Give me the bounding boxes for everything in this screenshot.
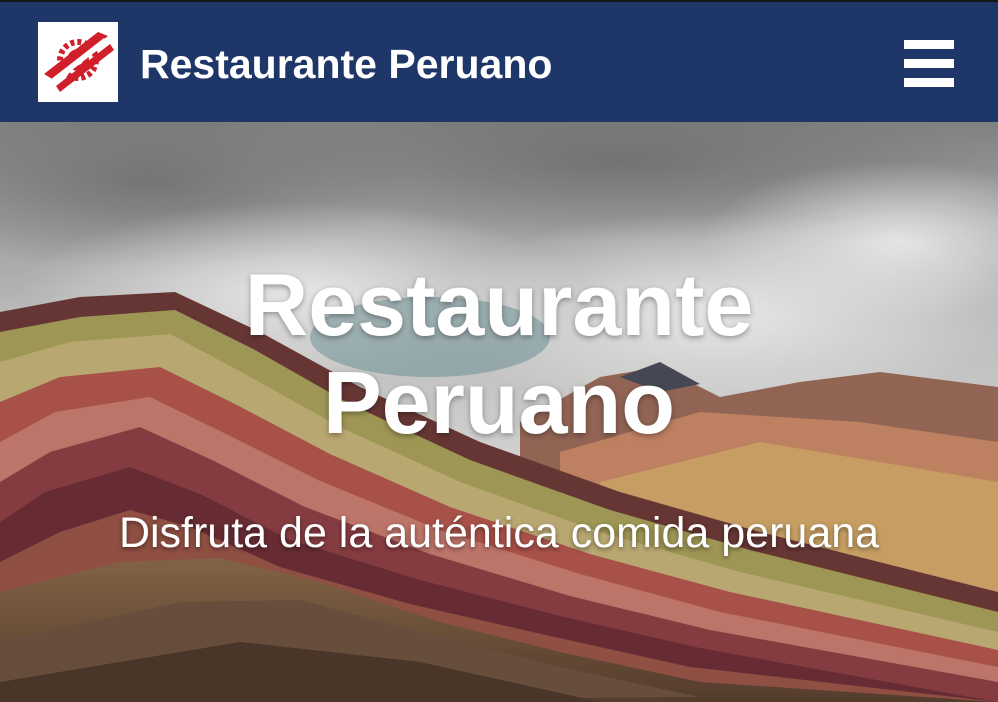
emblem-logo-icon	[38, 22, 118, 102]
menu-bar	[904, 40, 954, 49]
hero-title: Restaurante Peruano	[0, 256, 998, 452]
site-brand-name[interactable]: Restaurante Peruano	[140, 40, 552, 88]
menu-bar	[904, 59, 954, 68]
hero-title-line: Restaurante	[244, 255, 754, 354]
logo[interactable]	[38, 22, 118, 102]
hero-title-line: Peruano	[322, 353, 676, 452]
menu-bar	[904, 78, 954, 87]
navbar: Restaurante Peruano	[0, 0, 998, 122]
hamburger-menu-icon[interactable]	[900, 40, 956, 90]
hero-subtitle: Disfruta de la auténtica comida peruana	[118, 509, 880, 557]
hero-section: Restaurante Peruano Disfruta de la autén…	[0, 122, 998, 702]
